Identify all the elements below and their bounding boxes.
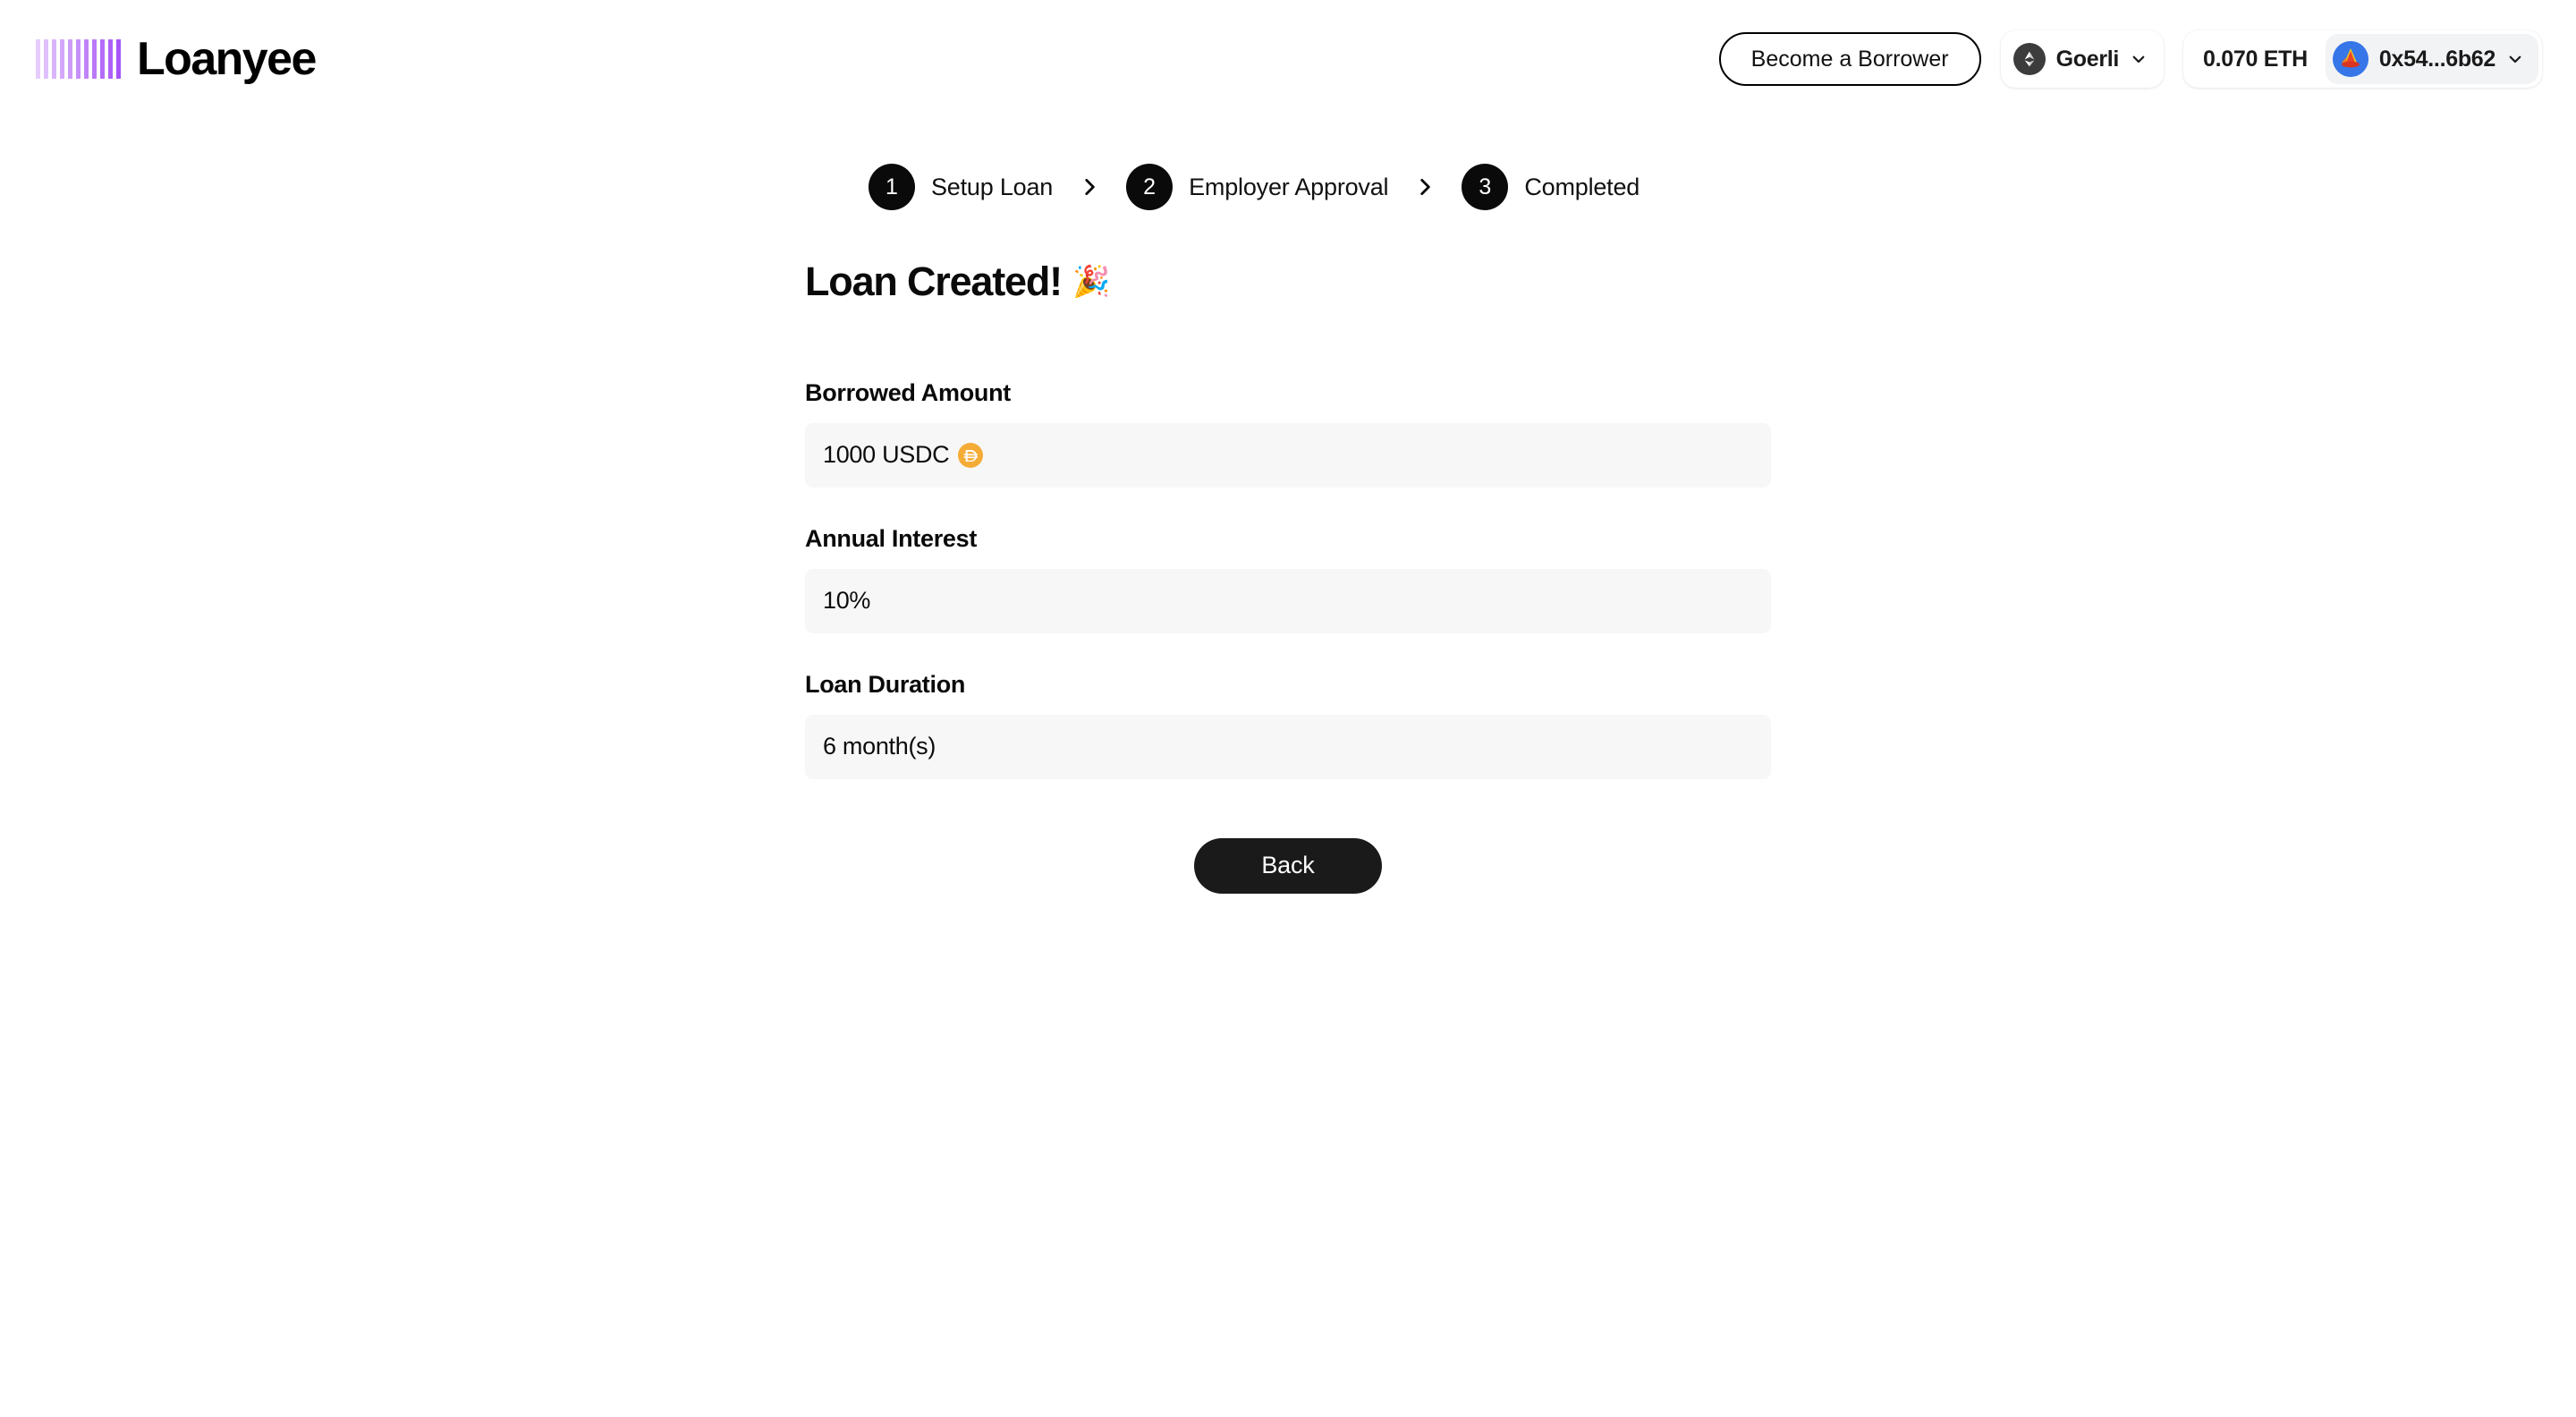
loan-summary-panel: Loan Created! 🎉 Borrowed Amount 1000 USD… bbox=[805, 259, 1771, 894]
account-chip[interactable]: 0.070 ETH 0x54...6b62 bbox=[2183, 30, 2542, 88]
step-label: Setup Loan bbox=[931, 173, 1054, 200]
logo-bar bbox=[100, 39, 105, 79]
account-address-button[interactable]: 0x54...6b62 bbox=[2325, 34, 2538, 84]
stepper-step-1[interactable]: 1 Setup Loan bbox=[869, 164, 1053, 210]
party-popper-emoji-icon: 🎉 bbox=[1072, 264, 1110, 299]
step-label: Completed bbox=[1524, 173, 1640, 200]
field-value-box: 6 month(s) bbox=[805, 714, 1771, 779]
chevron-down-icon bbox=[2130, 50, 2148, 68]
page-title-text: Loan Created! bbox=[805, 259, 1063, 304]
chevron-down-icon bbox=[2506, 50, 2524, 68]
field-label: Borrowed Amount bbox=[805, 378, 1011, 406]
account-address: 0x54...6b62 bbox=[2378, 46, 2496, 72]
dai-coin-icon bbox=[958, 442, 984, 468]
back-button[interactable]: Back bbox=[1194, 837, 1382, 894]
field-value: 10% bbox=[823, 587, 871, 614]
field-value: 1000 USDC bbox=[823, 441, 950, 468]
network-selector[interactable]: Goerli bbox=[2000, 30, 2165, 88]
field-label: Loan Duration bbox=[805, 670, 966, 698]
step-number-badge: 1 bbox=[869, 164, 915, 210]
field-annual-interest: Annual Interest 10% bbox=[805, 525, 1771, 633]
progress-stepper: 1 Setup Loan 2 Employer Approval 3 Compl… bbox=[869, 164, 1640, 210]
logo-bar bbox=[76, 39, 80, 79]
logo-bar bbox=[52, 39, 56, 79]
loan-details-list: Borrowed Amount 1000 USDC Annual Interes… bbox=[805, 379, 1771, 779]
ethereum-icon bbox=[2012, 43, 2046, 75]
step-number-badge: 3 bbox=[1462, 164, 1509, 210]
field-value-box: 1000 USDC bbox=[805, 422, 1771, 488]
stepper-step-3[interactable]: 3 Completed bbox=[1462, 164, 1640, 210]
chevron-right-icon bbox=[1076, 174, 1103, 200]
field-value-box: 10% bbox=[805, 568, 1771, 633]
panel-actions: Back bbox=[805, 837, 1771, 894]
header-actions: Become a Borrower Goerli 0.070 ETH 0x54.… bbox=[1718, 30, 2542, 88]
bars-logo-icon bbox=[36, 39, 121, 79]
network-label: Goerli bbox=[2055, 46, 2120, 72]
logo-bar bbox=[36, 39, 40, 79]
stepper-step-2[interactable]: 2 Employer Approval bbox=[1126, 164, 1389, 210]
eth-balance: 0.070 ETH bbox=[2203, 46, 2308, 72]
logo-bar bbox=[68, 39, 72, 79]
brand-name: Loanyee bbox=[137, 33, 317, 85]
field-value: 6 month(s) bbox=[823, 733, 936, 759]
page-title: Loan Created! 🎉 bbox=[805, 259, 1771, 304]
become-a-borrower-button[interactable]: Become a Borrower bbox=[1718, 32, 1981, 86]
brand[interactable]: Loanyee bbox=[36, 30, 317, 88]
logo-bar bbox=[84, 39, 89, 79]
jazzicon-avatar bbox=[2332, 41, 2368, 77]
app-header: Loanyee Become a Borrower Goerli 0.070 E bbox=[0, 0, 2576, 118]
logo-bar bbox=[44, 39, 48, 79]
field-borrowed-amount: Borrowed Amount 1000 USDC bbox=[805, 379, 1771, 488]
logo-bar bbox=[108, 39, 113, 79]
chevron-right-icon bbox=[1411, 174, 1438, 200]
logo-bar bbox=[60, 39, 64, 79]
logo-bar bbox=[116, 39, 121, 79]
step-number-badge: 2 bbox=[1126, 164, 1174, 210]
step-label: Employer Approval bbox=[1189, 173, 1389, 200]
field-loan-duration: Loan Duration 6 month(s) bbox=[805, 671, 1771, 779]
logo-bar bbox=[92, 39, 97, 79]
field-label: Annual Interest bbox=[805, 524, 978, 552]
